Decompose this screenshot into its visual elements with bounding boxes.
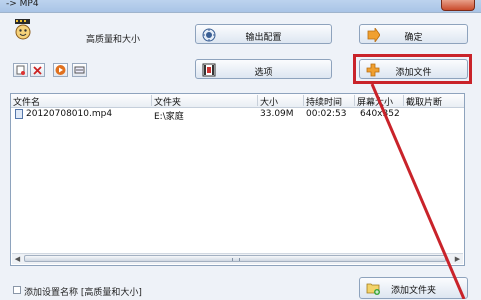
cell-screen-size: 640x352 — [360, 109, 400, 119]
column-screen-size[interactable]: 屏幕大小 — [355, 95, 404, 106]
save-setting-label: 添加设置名称 [高质量和大小] — [24, 288, 142, 298]
output-config-label: 输出配置 — [245, 33, 282, 43]
save-setting-checkbox[interactable] — [13, 286, 21, 294]
scrollbar-thumb[interactable] — [24, 255, 446, 262]
output-config-button[interactable]: 输出配置 — [195, 24, 332, 44]
list-header: 文件名 文件夹 大小 持续时间 屏幕大小 截取片断 — [11, 94, 464, 108]
file-list[interactable]: 文件名 文件夹 大小 持续时间 屏幕大小 截取片断 20120708010.mp… — [10, 93, 465, 266]
column-folder[interactable]: 文件夹 — [152, 95, 258, 106]
column-clip[interactable]: 截取片断 — [404, 95, 464, 106]
table-row[interactable]: 20120708010.mp4 E:\家庭 33.09M 00:02:53 64… — [11, 108, 464, 122]
options-button[interactable]: 选项 — [195, 59, 332, 79]
confirm-button[interactable]: 确定 — [359, 24, 468, 44]
scroll-left-icon[interactable]: ◀ — [13, 255, 22, 263]
video-file-icon — [15, 109, 23, 119]
horizontal-scrollbar[interactable]: ◀ ▶ — [12, 253, 463, 264]
confirm-label: 确定 — [404, 33, 423, 43]
column-filename[interactable]: 文件名 — [11, 95, 152, 106]
window-title: -> MP4 — [6, 0, 39, 9]
add-folder-button[interactable]: 添加文件夹 — [359, 277, 468, 299]
remove-button[interactable] — [30, 63, 45, 77]
column-size[interactable]: 大小 — [258, 95, 304, 106]
add-file-highlight — [353, 54, 472, 84]
app-logo-icon — [12, 18, 34, 40]
cell-folder: E:\家庭 — [154, 112, 184, 122]
cell-duration: 00:02:53 — [306, 109, 347, 119]
title-bar: -> MP4 — [0, 0, 481, 12]
media-info-button[interactable] — [72, 63, 87, 77]
close-button[interactable] — [441, 0, 475, 11]
clear-list-button[interactable] — [13, 63, 28, 77]
column-duration[interactable]: 持续时间 — [304, 95, 355, 106]
add-folder-label: 添加文件夹 — [390, 286, 436, 296]
options-label: 选项 — [254, 68, 273, 78]
cell-size: 33.09M — [260, 109, 294, 119]
cell-filename: 20120708010.mp4 — [26, 109, 113, 119]
scroll-right-icon[interactable]: ▶ — [453, 255, 462, 263]
quality-profile-label: 高质量和大小 — [86, 35, 141, 45]
play-button[interactable] — [53, 63, 68, 77]
